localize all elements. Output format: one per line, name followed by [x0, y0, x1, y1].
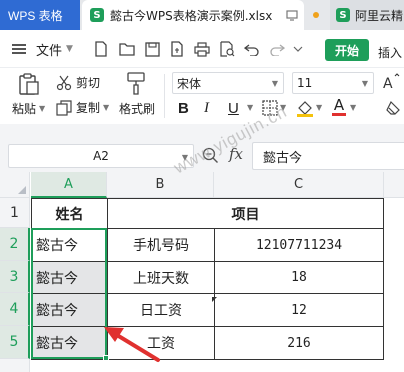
font-color-icon: A [333, 96, 345, 114]
copy-button[interactable]: 复制 ▼ [56, 99, 109, 116]
export-pdf-icon[interactable] [168, 40, 186, 58]
column-header-a[interactable]: A [31, 172, 107, 198]
format-painter-button[interactable]: 格式刷 [119, 100, 155, 117]
row-header-1[interactable]: 1 [0, 198, 30, 228]
spreadsheet-icon: S [90, 8, 104, 22]
print-icon[interactable] [193, 40, 211, 58]
menu-icon[interactable] [12, 30, 28, 68]
wps-window: WPS 表格 S 懿古今WPS表格演示案例.xlsx S 阿里云精 文件 ▼ 开… [0, 0, 404, 372]
column-header-c[interactable]: C [214, 172, 384, 198]
fill-color-icon[interactable] [296, 99, 314, 117]
screen-icon[interactable] [284, 0, 300, 30]
cell-a1[interactable]: 姓名 [31, 198, 108, 229]
fx-icon[interactable]: fx [229, 145, 243, 163]
format-painter-label: 格式刷 [119, 102, 156, 116]
cell-b3[interactable]: 上班天数 [107, 261, 215, 294]
clear-format-icon[interactable] [384, 99, 402, 117]
copy-icon [56, 99, 72, 116]
chevron-down-icon[interactable]: ▼ [316, 103, 322, 112]
row-header-4[interactable]: 4 [0, 293, 30, 326]
chevron-down-icon[interactable] [292, 40, 304, 58]
font-size-value: 11 [297, 76, 313, 90]
undo-icon[interactable] [243, 40, 261, 58]
row-header-3[interactable]: 3 [0, 261, 30, 293]
italic-button[interactable]: I [204, 99, 209, 117]
row-header-2[interactable]: 2 [0, 228, 30, 261]
file-menu-label: 文件 [36, 43, 63, 59]
open-folder-icon[interactable] [118, 40, 136, 58]
redo-icon[interactable] [268, 40, 286, 58]
title-bar: WPS 表格 S 懿古今WPS表格演示案例.xlsx S 阿里云精 [0, 0, 404, 30]
chevron-down-icon[interactable]: ▼ [280, 103, 286, 112]
cell-b5[interactable]: 工资 [107, 326, 215, 360]
cell-marker-icon [212, 297, 217, 302]
chevron-down-icon: ▼ [103, 103, 110, 112]
zoom-icon[interactable] [202, 147, 219, 167]
chevron-down-icon: ▼ [361, 79, 368, 88]
fill-handle[interactable] [103, 355, 109, 361]
font-color-button[interactable]: A [332, 98, 346, 116]
chevron-down-icon: ▼ [181, 153, 188, 162]
scissors-icon [56, 75, 72, 90]
tab-document-label: 懿古今WPS表格演示案例.xlsx [110, 8, 273, 23]
chevron-down-icon: ▼ [39, 104, 46, 113]
cell-b2[interactable]: 手机号码 [107, 228, 215, 262]
name-box[interactable]: A2 ▼ [8, 144, 194, 168]
tab-wps-label: WPS 表格 [8, 8, 63, 23]
ribbon-divider [164, 74, 165, 118]
paste-label: 粘贴 [12, 102, 37, 116]
spreadsheet-icon: S [336, 8, 350, 22]
tab-wps-home[interactable]: WPS 表格 [0, 0, 80, 30]
cell-c5[interactable]: 216 [214, 326, 384, 360]
file-menu[interactable]: 文件 ▼ [36, 30, 73, 68]
select-all-corner[interactable] [0, 172, 30, 198]
column-header-b[interactable]: B [107, 172, 214, 198]
cut-button[interactable]: 剪切 [56, 74, 100, 91]
chevron-down-icon: ▼ [271, 79, 278, 88]
formula-input[interactable]: 懿古今 [252, 142, 404, 170]
print-preview-icon[interactable] [218, 40, 236, 58]
copy-label: 复制 [76, 101, 101, 115]
paste-icon[interactable] [18, 72, 40, 96]
chevron-down-icon[interactable]: ▼ [247, 103, 253, 112]
unsaved-dot-icon [311, 0, 321, 30]
increase-font-icon[interactable]: A [382, 73, 400, 91]
tab-current-document[interactable]: S 懿古今WPS表格演示案例.xlsx [82, 0, 304, 30]
name-box-value: A2 [93, 149, 109, 163]
bold-button[interactable]: B [178, 99, 189, 117]
format-painter-icon[interactable] [126, 72, 146, 96]
cell-b4[interactable]: 日工资 [107, 293, 215, 327]
cut-label: 剪切 [76, 76, 101, 90]
font-name-select[interactable]: 宋体 ▼ [172, 72, 284, 94]
paste-button[interactable]: 粘贴 ▼ [12, 100, 45, 117]
cell-b1-merged[interactable]: 项目 [107, 198, 384, 229]
cell-a3[interactable]: 懿古今 [31, 261, 108, 294]
chevron-down-icon: ▼ [66, 44, 73, 54]
cell-c2[interactable]: 12107711234 [214, 228, 384, 262]
cell-c3[interactable]: 18 [214, 261, 384, 294]
tab-insert[interactable]: 插入 [378, 44, 402, 61]
font-size-select[interactable]: 11 ▼ [292, 72, 374, 94]
row-header-6[interactable] [0, 359, 30, 372]
cell-a4[interactable]: 懿古今 [31, 293, 108, 327]
cell-a2[interactable]: 懿古今 [31, 228, 108, 262]
border-icon[interactable] [262, 100, 278, 116]
underline-button[interactable]: U [228, 99, 239, 117]
row-header-5[interactable]: 5 [0, 326, 30, 359]
save-icon[interactable] [143, 40, 161, 58]
font-color-swatch [332, 113, 346, 116]
tab-start[interactable]: 开始 [325, 39, 369, 61]
cell-a5[interactable]: 懿古今 [31, 326, 108, 360]
font-name-value: 宋体 [177, 76, 202, 91]
tab-second-document[interactable]: S 阿里云精 [330, 0, 404, 30]
cell-c4[interactable]: 12 [214, 293, 384, 327]
svg-text:A: A [383, 76, 393, 91]
column-header-d[interactable] [384, 172, 404, 198]
chevron-down-icon[interactable]: ▼ [350, 103, 356, 112]
new-file-icon[interactable] [92, 40, 110, 58]
tab-second-label: 阿里云精 [355, 8, 404, 23]
